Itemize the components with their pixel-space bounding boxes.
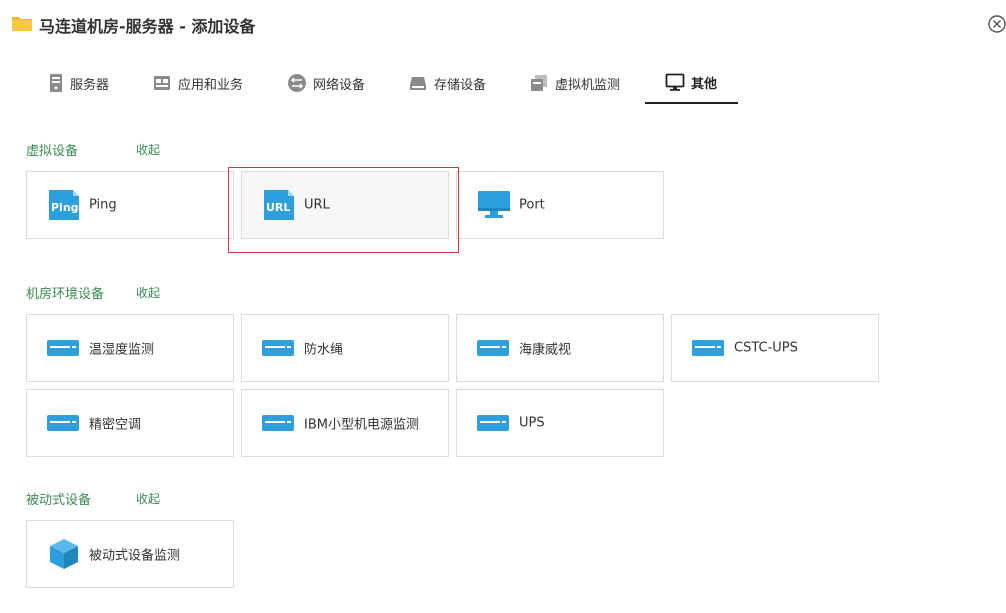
tab-server[interactable]: 服务器 bbox=[48, 62, 109, 104]
collapse-link-passive[interactable]: 收起 bbox=[136, 490, 160, 507]
device-icon bbox=[47, 340, 79, 356]
tab-label: 服务器 bbox=[70, 77, 110, 93]
application-icon bbox=[154, 76, 170, 90]
device-card-label: Ping bbox=[89, 197, 117, 213]
device-icon bbox=[692, 340, 724, 356]
collapse-link-virtual[interactable]: 收起 bbox=[136, 141, 160, 158]
tab-label: 应用和业务 bbox=[178, 77, 244, 93]
device-card-label: 被动式设备监测 bbox=[89, 548, 181, 564]
device-card-label: 海康威视 bbox=[519, 342, 572, 358]
device-card-port[interactable]: Port bbox=[456, 171, 664, 239]
storage-device-icon bbox=[410, 77, 426, 90]
device-card-label: UPS bbox=[519, 415, 545, 431]
tab-network-device[interactable]: 网络设备 bbox=[287, 62, 365, 104]
section-title-virtual: 虚拟设备 bbox=[26, 144, 79, 159]
svg-text:Ping: Ping bbox=[51, 201, 79, 214]
device-icon bbox=[47, 415, 79, 431]
device-icon bbox=[477, 415, 509, 431]
device-card-hikvision[interactable]: 海康威视 bbox=[456, 314, 664, 382]
window-title: 马连道机房-服务器 - 添加设备 bbox=[39, 17, 256, 36]
tab-application[interactable]: 应用和业务 bbox=[152, 62, 243, 104]
ping-icon: Ping bbox=[49, 190, 79, 220]
title-bar: 马连道机房-服务器 - 添加设备 bbox=[0, 0, 1006, 48]
device-card-label: URL bbox=[304, 197, 330, 213]
device-card-label: 温湿度监测 bbox=[89, 342, 155, 358]
device-card-label: 精密空调 bbox=[89, 417, 142, 433]
tab-label: 网络设备 bbox=[313, 77, 366, 93]
device-icon bbox=[262, 415, 294, 431]
tab-other[interactable]: 其他 bbox=[645, 62, 738, 104]
cube-icon bbox=[50, 539, 78, 569]
device-card-ping[interactable]: Ping Ping bbox=[26, 171, 234, 239]
url-icon: URL bbox=[264, 190, 294, 220]
device-card-precision-ac[interactable]: 精密空调 bbox=[26, 389, 234, 457]
device-card-label: Port bbox=[519, 197, 545, 213]
close-icon[interactable] bbox=[987, 14, 1006, 34]
tab-storage-device[interactable]: 存储设备 bbox=[408, 62, 486, 104]
device-card-ups[interactable]: UPS bbox=[456, 389, 664, 457]
device-card-water-rope[interactable]: 防水绳 bbox=[241, 314, 449, 382]
device-card-temp-humidity[interactable]: 温湿度监测 bbox=[26, 314, 234, 382]
monitor-icon bbox=[665, 73, 685, 91]
port-monitor-icon bbox=[478, 191, 510, 218]
device-card-label: IBM小型机电源监测 bbox=[304, 417, 419, 433]
section-title-passive: 被动式设备 bbox=[26, 493, 92, 508]
device-card-cstc-ups[interactable]: CSTC-UPS bbox=[671, 314, 879, 382]
device-card-label: CSTC-UPS bbox=[734, 340, 798, 356]
category-tabs: 服务器 应用和业务 网络设备 存储设备 虚拟机监测 其他 bbox=[0, 62, 1006, 106]
device-card-passive-monitor[interactable]: 被动式设备监测 bbox=[26, 520, 234, 588]
network-device-icon bbox=[288, 74, 306, 92]
tab-virtual-machine[interactable]: 虚拟机监测 bbox=[529, 62, 620, 104]
device-card-ibm-power[interactable]: IBM小型机电源监测 bbox=[241, 389, 449, 457]
device-card-url[interactable]: URL URL bbox=[241, 171, 449, 239]
folder-icon bbox=[12, 17, 32, 31]
device-icon bbox=[477, 340, 509, 356]
server-icon bbox=[50, 74, 62, 92]
tab-label: 存储设备 bbox=[434, 77, 487, 93]
tab-label: 虚拟机监测 bbox=[555, 77, 621, 93]
device-card-label: 防水绳 bbox=[304, 342, 344, 358]
svg-text:URL: URL bbox=[266, 201, 290, 214]
tab-label: 其他 bbox=[691, 76, 718, 92]
collapse-link-room[interactable]: 收起 bbox=[136, 284, 160, 301]
device-icon bbox=[262, 340, 294, 356]
virtual-machine-icon bbox=[531, 75, 547, 91]
section-title-room: 机房环境设备 bbox=[26, 287, 105, 302]
